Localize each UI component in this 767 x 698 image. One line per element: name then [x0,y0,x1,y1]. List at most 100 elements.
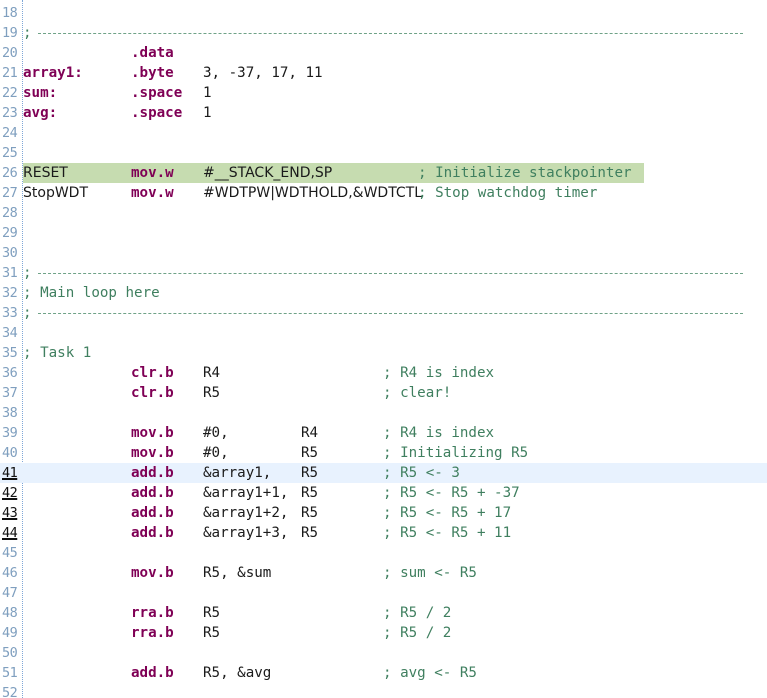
code-line[interactable]: 39 mov.b #0, R4 ; R4 is index [0,423,767,443]
line-number[interactable]: 48 [2,603,22,623]
line-number[interactable]: 36 [2,363,22,383]
line-number[interactable]: 27 [2,183,22,203]
code-line[interactable]: 34 [0,323,767,343]
instruction-operands: #0, [203,425,229,441]
instruction-operand-register: R5 [301,485,319,501]
instruction-operands: R4 [203,365,221,381]
line-number[interactable]: 38 [2,403,22,423]
line-number[interactable]: 23 [2,103,22,123]
code-line[interactable]: 29 [0,223,767,243]
line-number[interactable]: 25 [2,143,22,163]
code-line[interactable]: 45 [0,543,767,563]
code-line[interactable]: 36 clr.b R4 ; R4 is index [0,363,767,383]
code-line[interactable]: 41 add.b &array1, R5 ; R5 <- 3 [0,463,767,483]
line-number[interactable]: 44 [2,523,22,543]
line-number[interactable]: 51 [2,663,22,683]
code-line[interactable]: 33; [0,303,767,323]
code-line[interactable]: 38 [0,403,767,423]
line-number[interactable]: 41 [2,463,22,483]
line-number[interactable]: 33 [2,303,22,323]
line-number[interactable]: 35 [2,343,22,363]
line-number[interactable]: 49 [2,623,22,643]
line-number[interactable]: 37 [2,383,22,403]
line-number[interactable]: 40 [2,443,22,463]
code-line[interactable]: 25 [0,143,767,163]
code-comment: ; R4 is index [383,425,495,441]
line-number[interactable]: 39 [2,423,22,443]
instruction-operands: &array1+2, [203,505,289,521]
code-line[interactable]: 26 RESET mov.w #__STACK_END,SP ; Initialize … [0,163,767,183]
line-number[interactable]: 20 [2,43,22,63]
code-line[interactable]: 46 mov.b R5, &sum ; sum <- R5 [0,563,767,583]
line-number[interactable]: 42 [2,483,22,503]
instruction-mnemonic: mov.w [131,165,174,181]
instruction-mnemonic: mov.w [131,185,174,201]
line-number[interactable]: 45 [2,543,22,563]
instruction-mnemonic: add.b [131,485,174,501]
line-number[interactable]: 43 [2,503,22,523]
instruction-mnemonic: rra.b [131,605,174,621]
code-comment: ; Initialize stackpointer [418,165,632,181]
code-line[interactable]: 52 [0,683,767,698]
code-line[interactable]: 24 [0,123,767,143]
instruction-operands: R5 [203,625,221,641]
code-line[interactable]: 21 array1: .byte 3, -37, 17, 11 [0,63,767,83]
code-line[interactable]: 23 avg: .space 1 [0,103,767,123]
line-number[interactable]: 29 [2,223,22,243]
code-comment: ; R4 is index [383,365,495,381]
code-line[interactable]: 40 mov.b #0, R5 ; Initializing R5 [0,443,767,463]
instruction-mnemonic: .data [131,45,174,61]
instruction-operands: 3, -37, 17, 11 [203,65,323,81]
line-number[interactable]: 47 [2,583,22,603]
line-number[interactable]: 24 [2,123,22,143]
code-line[interactable]: 31; [0,263,767,283]
line-number[interactable]: 31 [2,263,22,283]
code-line[interactable]: 32; Main loop here [0,283,767,303]
instruction-mnemonic: add.b [131,525,174,541]
line-number[interactable]: 26 [2,163,22,183]
instruction-mnemonic: rra.b [131,625,174,641]
line-number[interactable]: 22 [2,83,22,103]
code-line[interactable]: 18 [0,3,767,23]
code-line[interactable]: 28 [0,203,767,223]
line-number[interactable]: 32 [2,283,22,303]
code-line[interactable]: 43 add.b &array1+2, R5 ; R5 <- R5 + 17 [0,503,767,523]
instruction-operands: R5, &avg [203,665,272,681]
comment-separator-line [38,313,743,314]
code-line[interactable]: 42 add.b &array1+1, R5 ; R5 <- R5 + -37 [0,483,767,503]
instruction-mnemonic: add.b [131,505,174,521]
instruction-mnemonic: clr.b [131,365,174,381]
line-number[interactable]: 18 [2,3,22,23]
line-number[interactable]: 21 [2,63,22,83]
instruction-operand-register: R4 [301,425,319,441]
code-editor[interactable]: 18 19; 20 .data 21 array1: .byte 3, -37, 17, 11… [0,0,767,698]
code-line[interactable]: 35; Task 1 [0,343,767,363]
code-line[interactable]: 27 StopWDT mov.w #WDTPW|WDTHOLD,&WDTCTL; St… [0,183,767,203]
line-number[interactable]: 34 [2,323,22,343]
code-line[interactable]: 20 .data [0,43,767,63]
code-line[interactable]: 30 [0,243,767,263]
code-line[interactable]: 19; [0,23,767,43]
line-number[interactable]: 52 [2,683,22,698]
code-comment: ; R5 / 2 [383,625,452,641]
comment-separator-start: ; [23,265,32,281]
instruction-operand-register: R5 [301,445,319,461]
instruction-mnemonic: .byte [131,65,174,81]
code-line[interactable]: 37 clr.b R5 ; clear! [0,383,767,403]
line-number[interactable]: 50 [2,643,22,663]
instruction-operands: 1 [203,85,212,101]
line-number[interactable]: 46 [2,563,22,583]
line-number[interactable]: 19 [2,23,22,43]
code-line[interactable]: 48 rra.b R5 ; R5 / 2 [0,603,767,623]
line-number[interactable]: 30 [2,243,22,263]
line-number[interactable]: 28 [2,203,22,223]
instruction-mnemonic: .space [131,105,183,121]
instruction-mnemonic: mov.b [131,445,174,461]
code-line[interactable]: 47 [0,583,767,603]
code-comment: ; R5 <- R5 + 11 [383,525,512,541]
code-line[interactable]: 44 add.b &array1+3, R5 ; R5 <- R5 + 11 [0,523,767,543]
code-line[interactable]: 49 rra.b R5 ; R5 / 2 [0,623,767,643]
code-line[interactable]: 51 add.b R5, &avg ; avg <- R5 [0,663,767,683]
code-line[interactable]: 50 [0,643,767,663]
code-line[interactable]: 22 sum: .space 1 [0,83,767,103]
